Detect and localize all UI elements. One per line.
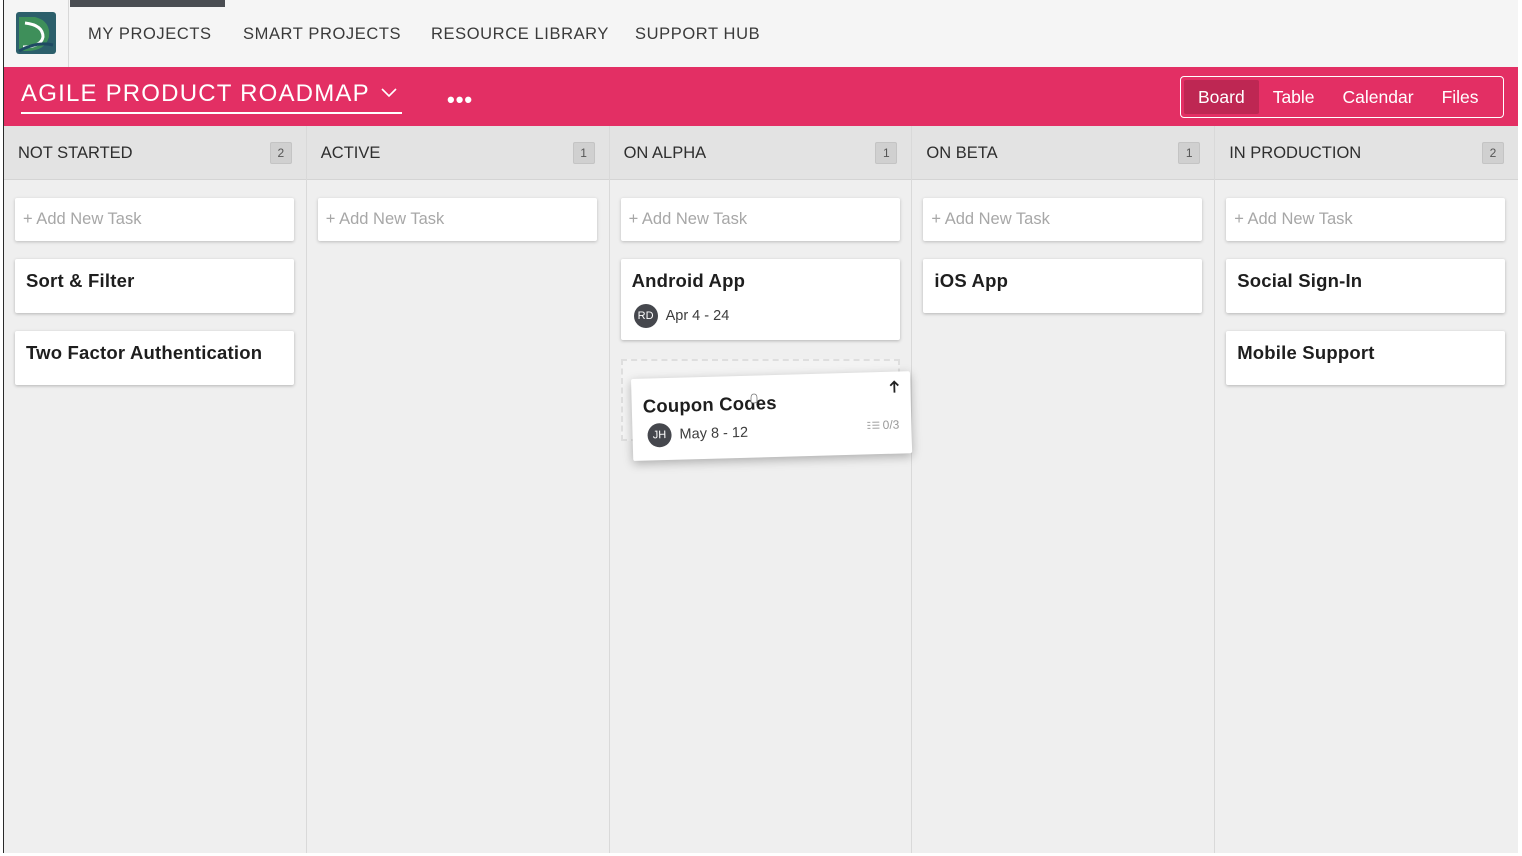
project-title: AGILE PRODUCT ROADMAP bbox=[21, 80, 370, 107]
column-title: IN PRODUCTION bbox=[1229, 144, 1362, 162]
more-options-button[interactable]: ••• bbox=[447, 87, 473, 113]
add-new-task-input[interactable]: + Add New Task bbox=[317, 198, 597, 241]
subtask-progress: 0/3 bbox=[867, 418, 900, 433]
task-card-title: iOS App bbox=[934, 270, 1009, 291]
task-card-meta: JH May 8 - 12 bbox=[647, 421, 748, 448]
task-card-title: Sort & Filter bbox=[26, 270, 135, 291]
task-card[interactable]: Two Factor Authentication bbox=[15, 331, 294, 385]
task-card[interactable]: Android App RD Apr 4 - 24 bbox=[620, 259, 900, 340]
view-switcher: Board Table Calendar Files bbox=[1180, 76, 1504, 118]
project-bar: AGILE PRODUCT ROADMAP ••• Board Table Ca… bbox=[4, 67, 1518, 126]
nav-active-indicator bbox=[70, 0, 225, 7]
column-in-production: IN PRODUCTION 2 + Add New Task Social Si… bbox=[1215, 126, 1518, 853]
column-header: NOT STARTED 2 bbox=[4, 126, 306, 180]
view-table-tab[interactable]: Table bbox=[1259, 80, 1329, 114]
add-new-task-input[interactable]: + Add New Task bbox=[1226, 198, 1506, 241]
add-new-task-input[interactable]: + Add New Task bbox=[15, 198, 294, 241]
add-new-task-input[interactable]: + Add New Task bbox=[620, 198, 900, 241]
column-title: ACTIVE bbox=[320, 144, 381, 162]
nav-my-projects[interactable]: MY PROJECTS bbox=[88, 25, 212, 44]
column-header: ON BETA 1 bbox=[912, 126, 1215, 180]
checklist-icon bbox=[867, 421, 880, 429]
top-nav: MY PROJECTS SMART PROJECTS RESOURCE LIBR… bbox=[4, 0, 1518, 67]
column-active: ACTIVE 1 + Add New Task bbox=[306, 126, 610, 853]
task-card[interactable]: Mobile Support bbox=[1226, 331, 1506, 385]
task-card[interactable]: iOS App bbox=[923, 259, 1203, 313]
column-title: ON BETA bbox=[926, 144, 998, 162]
view-calendar-tab[interactable]: Calendar bbox=[1329, 80, 1428, 114]
column-not-started: NOT STARTED 2 + Add New Task Sort & Filt… bbox=[4, 126, 307, 853]
subtask-count: 0/3 bbox=[882, 417, 900, 432]
nav-resource-library[interactable]: RESOURCE LIBRARY bbox=[431, 25, 609, 44]
nav-divider bbox=[68, 0, 69, 67]
avatar: RD bbox=[633, 304, 658, 328]
column-count-badge: 2 bbox=[269, 142, 292, 164]
column-count-badge: 1 bbox=[875, 142, 898, 164]
nav-support-hub[interactable]: SUPPORT HUB bbox=[635, 25, 760, 44]
grab-cursor-icon bbox=[750, 393, 758, 404]
column-header: ACTIVE 1 bbox=[306, 126, 609, 180]
add-new-task-input[interactable]: + Add New Task bbox=[923, 198, 1203, 241]
column-on-beta: ON BETA 1 + Add New Task iOS App bbox=[912, 126, 1216, 853]
task-card[interactable]: Sort & Filter bbox=[15, 259, 294, 313]
task-card-title: Mobile Support bbox=[1237, 342, 1375, 363]
view-files-tab[interactable]: Files bbox=[1428, 80, 1493, 114]
avatar: JH bbox=[647, 422, 672, 448]
kanban-board: NOT STARTED 2 + Add New Task Sort & Filt… bbox=[4, 126, 1518, 853]
task-card-title: Social Sign-In bbox=[1237, 270, 1363, 291]
task-card-date: Apr 4 - 24 bbox=[665, 308, 730, 324]
column-title: ON ALPHA bbox=[623, 144, 707, 162]
project-title-dropdown[interactable]: AGILE PRODUCT ROADMAP bbox=[21, 80, 402, 114]
column-on-alpha: ON ALPHA 1 + Add New Task Android App RD… bbox=[609, 126, 913, 853]
task-card-title: Two Factor Authentication bbox=[26, 342, 263, 363]
chevron-down-icon bbox=[381, 88, 397, 98]
task-card-title: Android App bbox=[631, 270, 746, 291]
column-count-badge: 1 bbox=[572, 142, 595, 164]
nav-smart-projects[interactable]: SMART PROJECTS bbox=[243, 25, 401, 44]
column-header: ON ALPHA 1 bbox=[609, 126, 912, 180]
arrow-up-icon bbox=[889, 380, 899, 393]
column-header: IN PRODUCTION 2 bbox=[1215, 126, 1518, 180]
view-board-tab[interactable]: Board bbox=[1184, 80, 1259, 114]
task-card-date: May 8 - 12 bbox=[679, 424, 749, 443]
dragging-task-card[interactable]: Coupon Codes JH May 8 - 12 0/3 bbox=[631, 371, 913, 461]
task-card[interactable]: Social Sign-In bbox=[1226, 259, 1506, 313]
column-title: NOT STARTED bbox=[18, 144, 133, 162]
column-count-badge: 2 bbox=[1481, 142, 1504, 164]
task-card-meta: RD Apr 4 - 24 bbox=[633, 304, 730, 328]
app-logo[interactable] bbox=[15, 11, 57, 55]
app-window: MY PROJECTS SMART PROJECTS RESOURCE LIBR… bbox=[3, 0, 1518, 853]
column-count-badge: 1 bbox=[1178, 142, 1201, 164]
